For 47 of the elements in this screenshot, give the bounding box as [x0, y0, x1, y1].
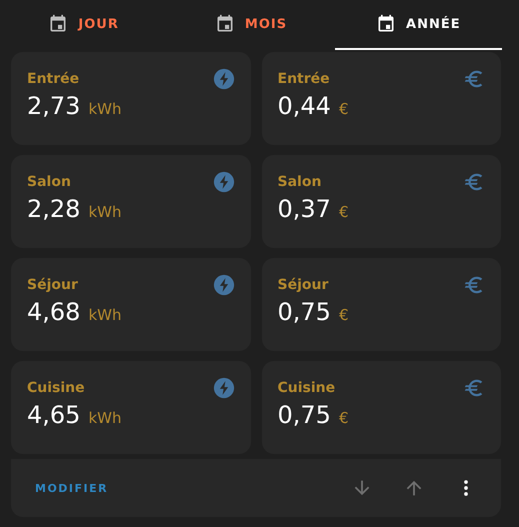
sensor-card[interactable]: Séjour 0,75 € — [262, 258, 501, 351]
sensor-name: Séjour — [278, 277, 328, 293]
euro-icon — [463, 274, 485, 296]
lightning-bolt-icon — [212, 68, 234, 90]
sensor-name: Salon — [27, 174, 71, 190]
sensor-card[interactable]: Entrée 2,73 kWh — [11, 52, 250, 145]
sensor-value: 2,73 — [27, 92, 80, 120]
sensor-value: 0,75 — [278, 401, 331, 429]
sensor-card[interactable]: Séjour 4,68 kWh — [11, 258, 250, 351]
sensor-name: Cuisine — [278, 380, 336, 396]
sensor-value: 0,37 — [278, 195, 331, 223]
sensor-card[interactable]: Entrée 0,44 € — [262, 52, 501, 145]
sensor-value: 4,65 — [27, 401, 80, 429]
sensor-name: Salon — [278, 174, 322, 190]
euro-icon — [463, 171, 485, 193]
sensor-card[interactable]: Cuisine 0,75 € — [262, 361, 501, 454]
unit-label: € — [338, 100, 348, 118]
sensor-value: 0,75 — [278, 298, 331, 326]
sensor-name: Séjour — [27, 277, 78, 293]
lightning-bolt-icon — [212, 171, 234, 193]
unit-label: € — [338, 409, 348, 427]
calendar-icon — [376, 14, 396, 34]
tab[interactable]: JOUR — [0, 0, 168, 50]
unit-label: € — [338, 306, 348, 324]
sensor-card[interactable]: Salon 2,28 kWh — [11, 155, 250, 248]
euro-icon — [463, 377, 485, 399]
unit-label: € — [338, 203, 348, 221]
sensor-value: 0,44 — [278, 92, 331, 120]
sensor-value: 4,68 — [27, 298, 80, 326]
sensor-name: Cuisine — [27, 380, 85, 396]
edit-button[interactable]: MODIFIER — [35, 482, 108, 494]
unit-label: kWh — [88, 409, 122, 427]
sensor-card[interactable]: Salon 0,37 € — [262, 155, 501, 248]
sensor-name: Entrée — [27, 71, 80, 87]
unit-label: kWh — [88, 306, 122, 324]
lightning-bolt-icon — [212, 377, 234, 399]
unit-label: kWh — [88, 203, 122, 221]
calendar-icon — [48, 14, 68, 34]
tab[interactable]: ANNÉE — [334, 0, 502, 50]
sensor-card[interactable]: Cuisine 4,65 kWh — [11, 361, 250, 454]
calendar-icon — [214, 14, 235, 34]
tab[interactable]: MOIS — [167, 0, 335, 50]
lightning-bolt-icon — [212, 274, 234, 296]
sensor-value: 2,28 — [27, 195, 80, 223]
sensor-name: Entrée — [278, 71, 330, 87]
euro-icon — [463, 68, 485, 90]
unit-label: kWh — [88, 100, 122, 118]
